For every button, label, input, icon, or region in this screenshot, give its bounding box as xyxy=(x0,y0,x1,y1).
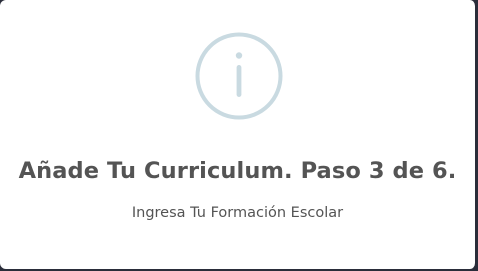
dialog-title: Añade Tu Curriculum. Paso 3 de 6. xyxy=(18,158,457,184)
backdrop: Añade Tu Curriculum. Paso 3 de 6. Ingres… xyxy=(0,0,478,271)
info-icon xyxy=(195,32,283,120)
dialog-subtitle: Ingresa Tu Formación Escolar xyxy=(131,205,344,221)
alert-dialog: Añade Tu Curriculum. Paso 3 de 6. Ingres… xyxy=(0,0,476,269)
